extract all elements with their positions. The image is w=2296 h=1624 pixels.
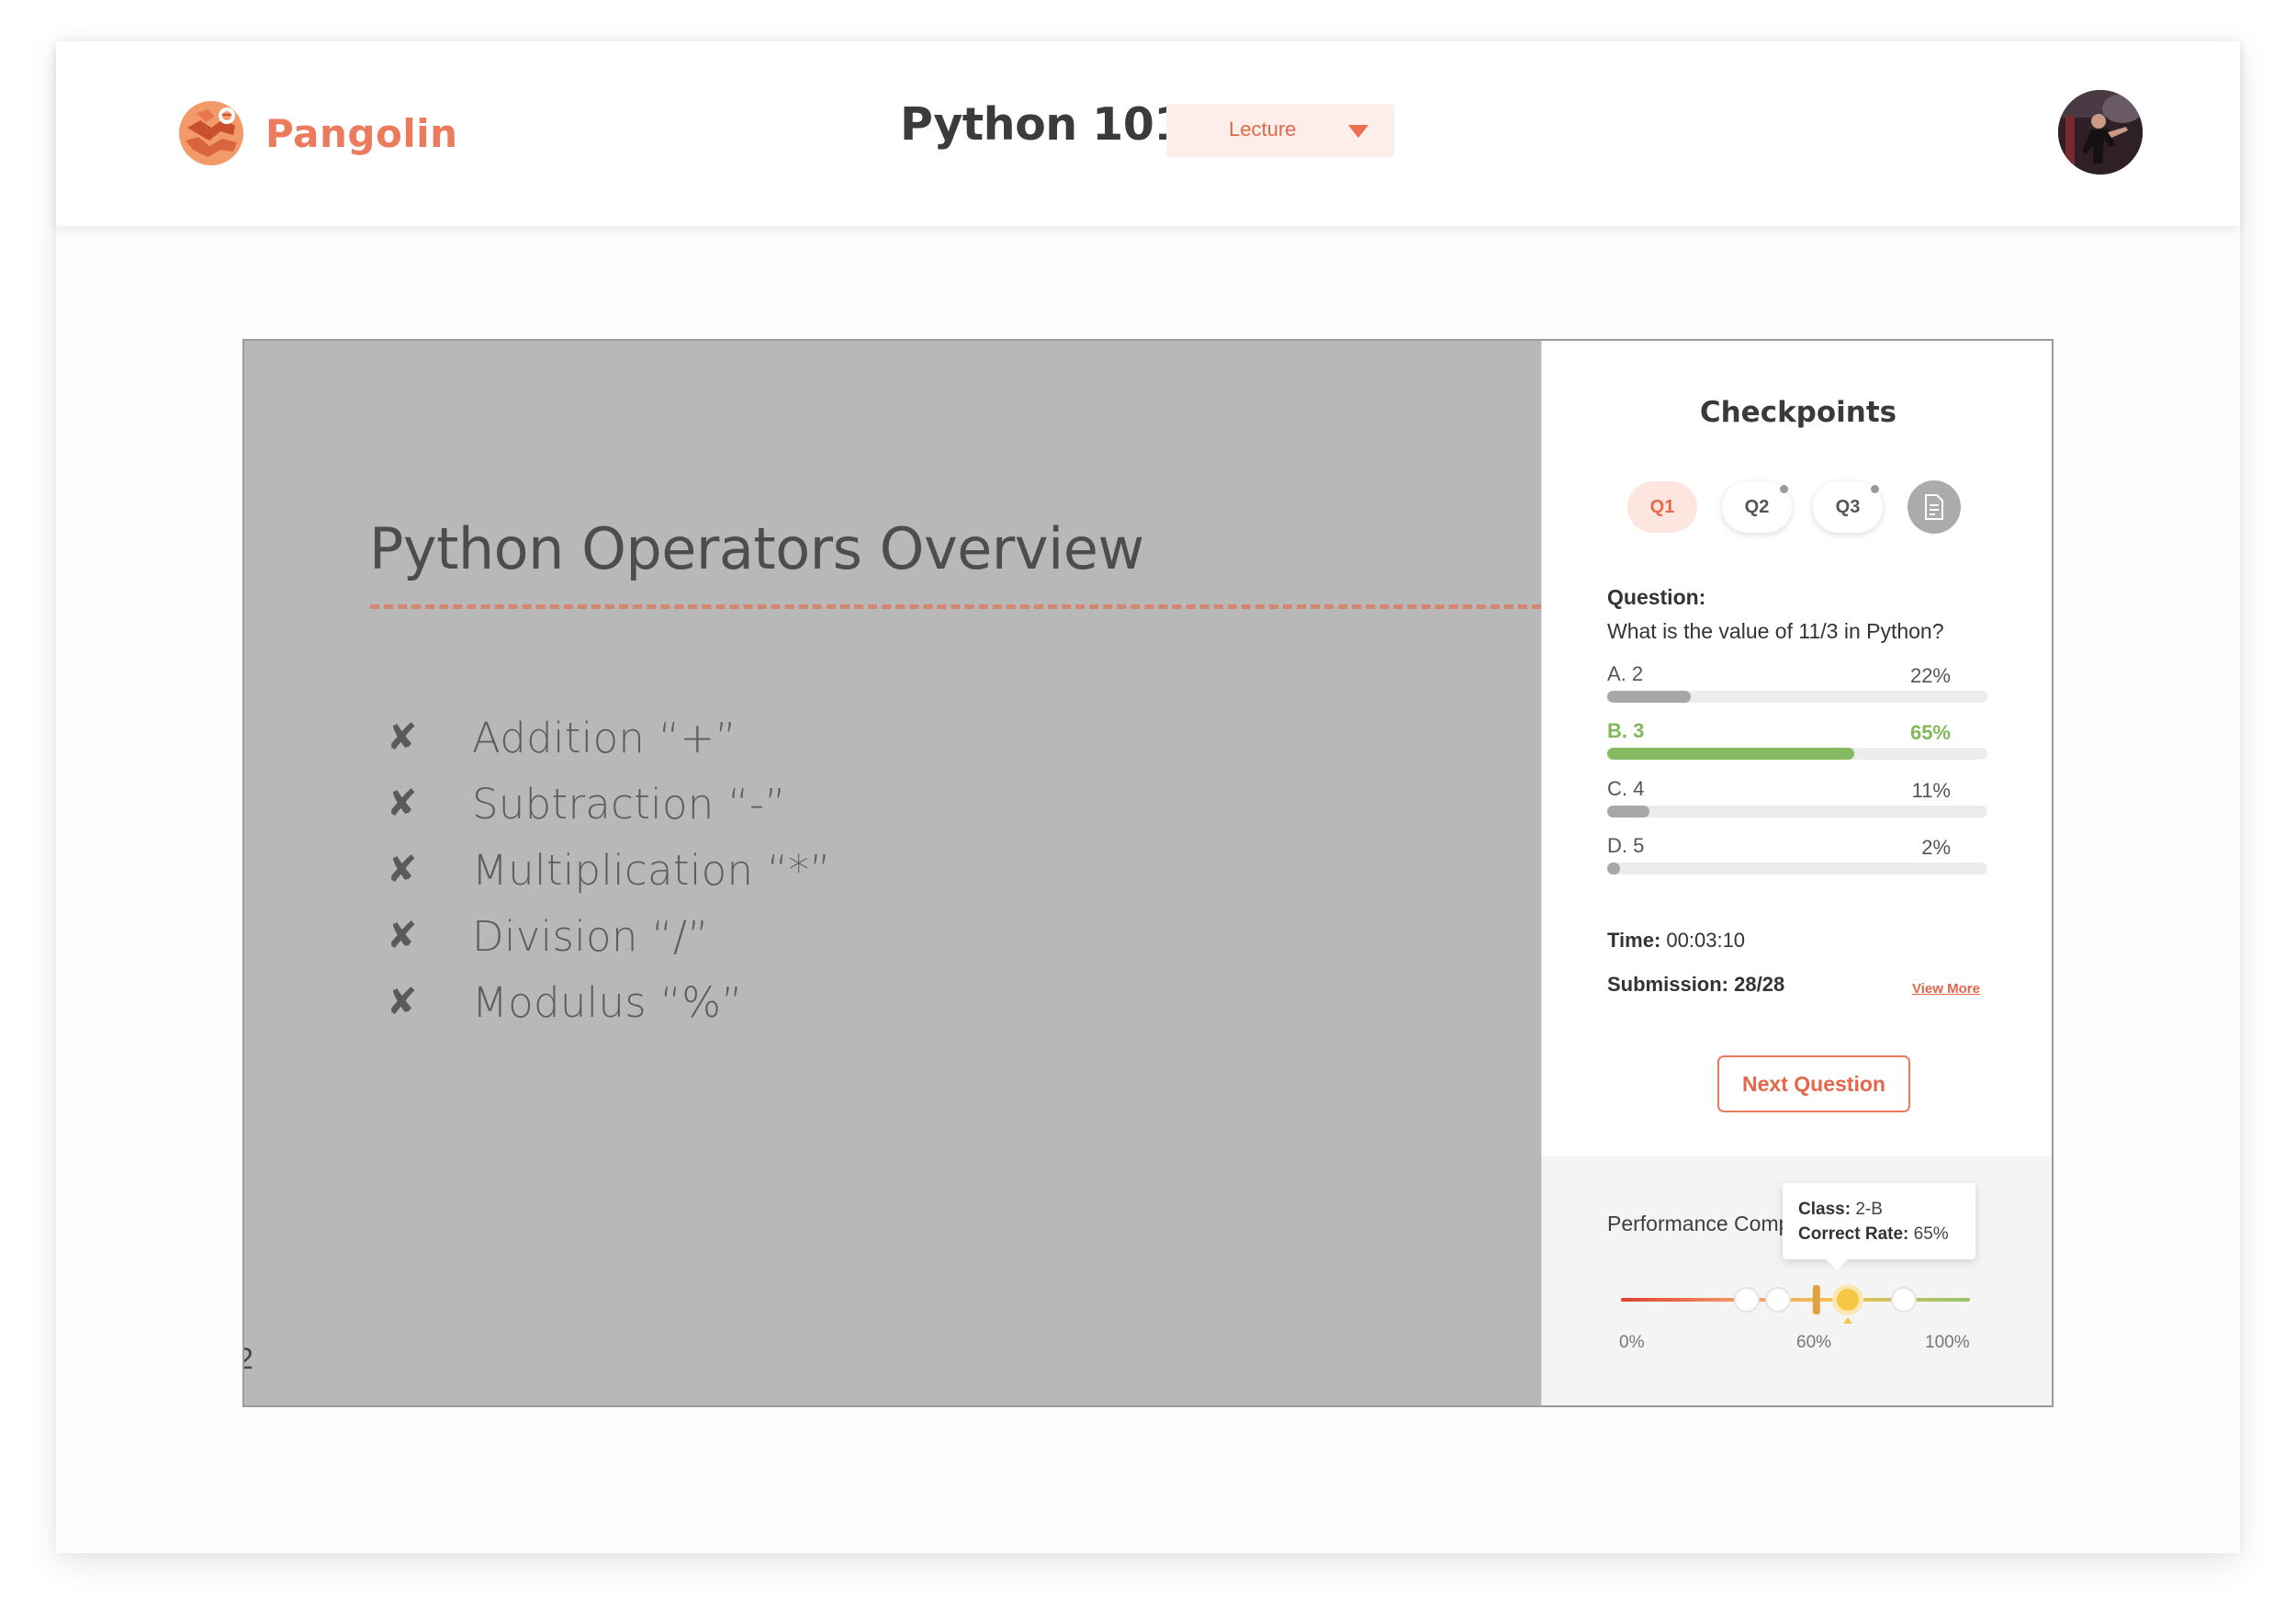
tab-q1[interactable]: Q1 (1627, 481, 1697, 533)
option-label: C. 4 (1607, 777, 1645, 800)
current-class-pointer-icon (1843, 1317, 1852, 1324)
option-bar-fill (1607, 806, 1649, 818)
tab-q2-label: Q2 (1744, 496, 1770, 517)
tooltip-class-value: 2-B (1855, 1200, 1883, 1219)
option-label: B. 3 (1607, 719, 1645, 742)
time-label: Time: (1607, 929, 1661, 952)
checkpoints-title: Checkpoints (1699, 396, 1897, 429)
slide-title-divider (370, 604, 1541, 609)
unread-dot-icon (1780, 485, 1788, 493)
tooltip-arrow (1825, 1258, 1849, 1270)
option-label: D. 5 (1607, 834, 1645, 857)
avatar-photo (2058, 90, 2143, 175)
option-percent: 22% (1909, 664, 1951, 687)
slide-bullet: ✘ Addition “+” (387, 705, 831, 771)
slide-page-number: 2 (244, 1342, 253, 1376)
answer-option-a: A. 2 22% (1607, 662, 1987, 714)
cross-mark-icon: ✘ (387, 915, 418, 957)
lecture-panel: Python Operators Overview ✘ Addition “+”… (242, 339, 2054, 1407)
tooltip-rate-value: 65% (1913, 1224, 1949, 1244)
top-bar: Pangolin Python 101 Lecture (56, 41, 2240, 226)
time-value: 00:03:10 (1666, 929, 1746, 952)
summary-document-button[interactable] (1908, 480, 1961, 534)
option-percent: 2% (1921, 836, 1951, 859)
answer-option-c: C. 4 11% (1607, 777, 1987, 829)
option-bar-fill (1607, 863, 1620, 874)
answer-option-b: B. 3 65% (1607, 719, 1987, 771)
slide-bullet-text: Modulus “%” (472, 977, 743, 1027)
view-more-link[interactable]: View More (1912, 981, 1980, 997)
tick-label-100: 100% (1925, 1333, 1970, 1352)
class-tooltip: Class: 2-B Correct Rate: 65% (1783, 1183, 1975, 1270)
user-avatar[interactable] (2058, 90, 2143, 175)
document-icon (1925, 494, 1943, 520)
answer-option-d: D. 5 2% (1607, 834, 1987, 885)
brand[interactable]: Pangolin (178, 96, 458, 170)
cross-mark-icon: ✘ (387, 783, 418, 825)
option-bar-track (1607, 863, 1987, 874)
time-stat: Time: 00:03:10 (1607, 929, 1745, 953)
mode-dropdown[interactable]: Lecture (1166, 104, 1394, 157)
option-percent: 65% (1909, 721, 1951, 744)
tick-label-0: 0% (1619, 1333, 1645, 1352)
question-heading: Question: (1607, 585, 1706, 609)
app-window: Pangolin Python 101 Lecture Python Opera… (56, 41, 2240, 1553)
next-question-button[interactable]: Next Question (1717, 1055, 1910, 1112)
option-bar-fill (1607, 691, 1691, 703)
course-title: Python 101 (900, 98, 1185, 151)
mode-dropdown-value: Lecture (1229, 118, 1297, 141)
tab-q3[interactable]: Q3 (1813, 481, 1883, 533)
tooltip-rate-label: Correct Rate: (1798, 1224, 1909, 1244)
option-bar-fill (1607, 748, 1854, 760)
submission-stat: Submission: 28/28 (1607, 973, 1784, 997)
question-text: What is the value of 11/3 in Python? (1607, 619, 1944, 643)
tooltip-class-row: Class: 2-B (1798, 1197, 1975, 1222)
option-label: A. 2 (1607, 662, 1644, 685)
option-bar-track (1607, 748, 1987, 760)
checkpoints-panel: Checkpoints Q1 Q2 Q3 Question: What is t… (1541, 341, 2052, 1405)
tab-q3-label: Q3 (1835, 496, 1861, 517)
average-rate-marker (1812, 1285, 1820, 1314)
caret-down-icon (1348, 125, 1368, 138)
tooltip-class-label: Class: (1798, 1200, 1851, 1219)
tab-q1-label: Q1 (1649, 496, 1675, 517)
submission-value: 28/28 (1734, 973, 1785, 996)
slide-bullet: ✘ Modulus “%” (387, 969, 831, 1035)
slide-bullet-list: ✘ Addition “+” ✘ Subtraction “-” ✘ Multi… (387, 705, 831, 1035)
option-percent: 11% (1911, 779, 1951, 802)
slide-bullet-text: Addition “+” (472, 713, 737, 762)
option-bar-track (1607, 691, 1987, 703)
slide-bullet-text: Subtraction “-” (472, 779, 786, 829)
other-class-marker[interactable] (1733, 1287, 1760, 1313)
tab-q2[interactable]: Q2 (1722, 481, 1792, 533)
slide-bullet: ✘ Subtraction “-” (387, 771, 831, 837)
option-bar-track (1607, 806, 1987, 818)
tick-label-60: 60% (1796, 1333, 1832, 1352)
cross-mark-icon: ✘ (387, 849, 418, 891)
current-class-marker[interactable] (1837, 1289, 1859, 1311)
performance-track (1621, 1298, 1970, 1302)
cross-mark-icon: ✘ (387, 981, 418, 1023)
performance-comparison: Performance Comparison 0% 60% (1542, 1156, 2052, 1405)
slide-bullet-text: Multiplication “*” (472, 845, 831, 895)
cross-mark-icon: ✘ (387, 716, 418, 759)
brand-name: Pangolin (265, 110, 458, 156)
other-class-marker[interactable] (1890, 1287, 1917, 1313)
pangolin-logo-icon (179, 101, 243, 165)
slide-title: Python Operators Overview (369, 515, 1144, 582)
other-class-marker[interactable] (1765, 1287, 1791, 1313)
slide-bullet-text: Division “/” (472, 911, 709, 961)
slide-bullet: ✘ Multiplication “*” (387, 837, 831, 903)
slide-bullet: ✘ Division “/” (387, 903, 831, 969)
tooltip-rate-row: Correct Rate: 65% (1798, 1222, 1975, 1246)
submission-label: Submission: (1607, 973, 1729, 996)
unread-dot-icon (1871, 485, 1879, 493)
